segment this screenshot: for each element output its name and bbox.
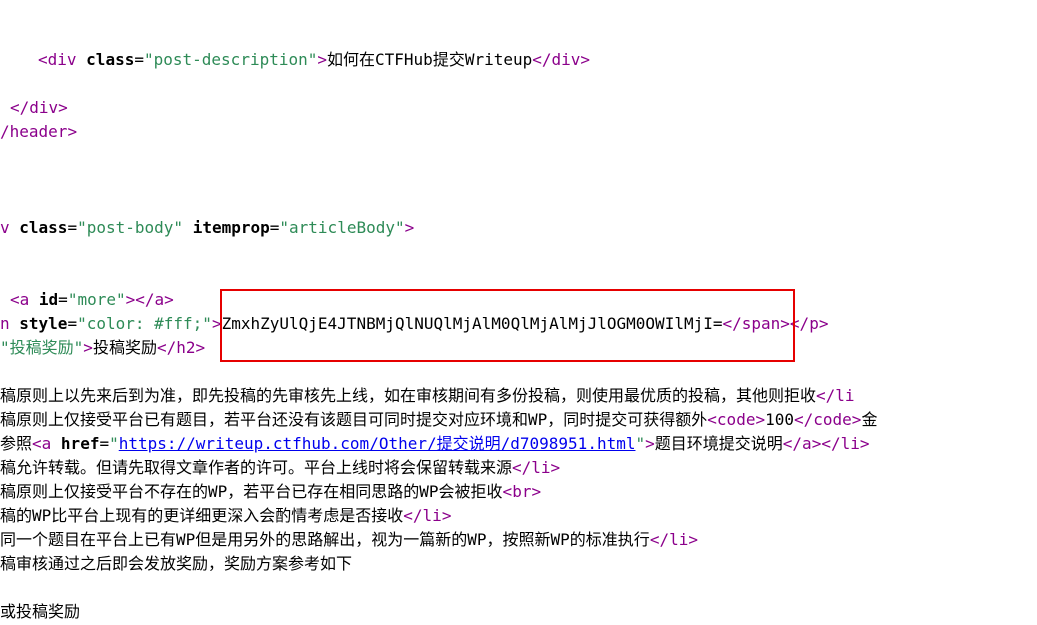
blank-line [0,264,1037,288]
li-text: 稿原则上仅接受平台已有题目，若平台还没有该题目可同时提交对应环境和WP，同时提交… [0,410,707,429]
code-line: "投稿奖励">投稿奖励</h2> [0,336,1037,360]
blank-line [0,576,1037,600]
blank-line [0,168,1037,192]
li-text: 稿原则上仅接受平台不存在的WP，若平台已存在相同思路的WP会被拒收 [0,482,503,501]
blank-line [0,360,1037,384]
list-line-4: 稿允许转载。但请先取得文章作者的许可。平台上线时将会保留转载来源</li> [0,456,1037,480]
list-line-3: 参照<a href="https://writeup.ctfhub.com/Ot… [0,432,1037,456]
post-description-text: 如何在CTFHub提交Writeup [327,50,532,69]
blank-line [0,144,1037,168]
li-text: 同一个题目在平台上已有WP但是用另外的思路解出，视为一篇新的WP，按照新WP的标… [0,530,650,549]
list-line-5: 稿原则上仅接受平台不存在的WP，若平台已存在相同思路的WP会被拒收<br> [0,480,1037,504]
code-line: /header> [0,120,1037,144]
li-text: 稿允许转载。但请先取得文章作者的许可。平台上线时将会保留转载来源 [0,458,512,477]
list-line-8: 稿审核通过之后即会发放奖励，奖励方案参考如下 [0,552,1037,576]
code-line: v class="post-body" itemprop="articleBod… [0,216,1037,240]
encoded-string: ZmxhZyUlQjE4JTNBMjQlNUQlMjAlM0QlMjAlMjJl… [222,314,723,333]
li-text: 稿原则上以先来后到为准，即先投稿的先审核先上线，如在审核期间有多份投稿，则使用最… [0,386,816,405]
code-val: 100 [765,410,794,429]
list-line-6: 稿的WP比平台上现有的更详细更深入会酌情考虑是否接收</li> [0,504,1037,528]
blank-line [0,24,1037,48]
code-line: </div> [0,96,1037,120]
code-line: <a id="more"></a> [0,288,1037,312]
li-text: 稿审核通过之后即会发放奖励，奖励方案参考如下 [0,554,352,573]
code-line: <div class="post-description">如何在CTFHub提… [0,48,1037,72]
last-line: 或投稿奖励 [0,600,1037,624]
blank-line [0,0,1037,24]
blank-line [0,72,1037,96]
list-line-1: 稿原则上以先来后到为准，即先投稿的先审核先上线，如在审核期间有多份投稿，则使用最… [0,384,1037,408]
blank-line [0,192,1037,216]
link-label: 题目环境提交说明 [655,434,783,453]
writeup-link[interactable]: https://writeup.ctfhub.com/Other/提交说明/d7… [119,434,636,453]
li-text: 参照 [0,434,32,453]
code-line-encoded: n style="color: #fff;">ZmxhZyUlQjE4JTNBM… [0,312,1037,336]
anchor-id: 投稿奖励 [10,338,74,357]
source-view: <div class="post-description">如何在CTFHub提… [0,0,1037,624]
anchor-text: 投稿奖励 [93,338,157,357]
list-line-2: 稿原则上仅接受平台已有题目，若平台还没有该题目可同时提交对应环境和WP，同时提交… [0,408,1037,432]
last-text: 或投稿奖励 [0,602,80,621]
list-line-7: 同一个题目在平台上已有WP但是用另外的思路解出，视为一篇新的WP，按照新WP的标… [0,528,1037,552]
blank-line [0,240,1037,264]
li-text: 稿的WP比平台上现有的更详细更深入会酌情考虑是否接收 [0,506,403,525]
